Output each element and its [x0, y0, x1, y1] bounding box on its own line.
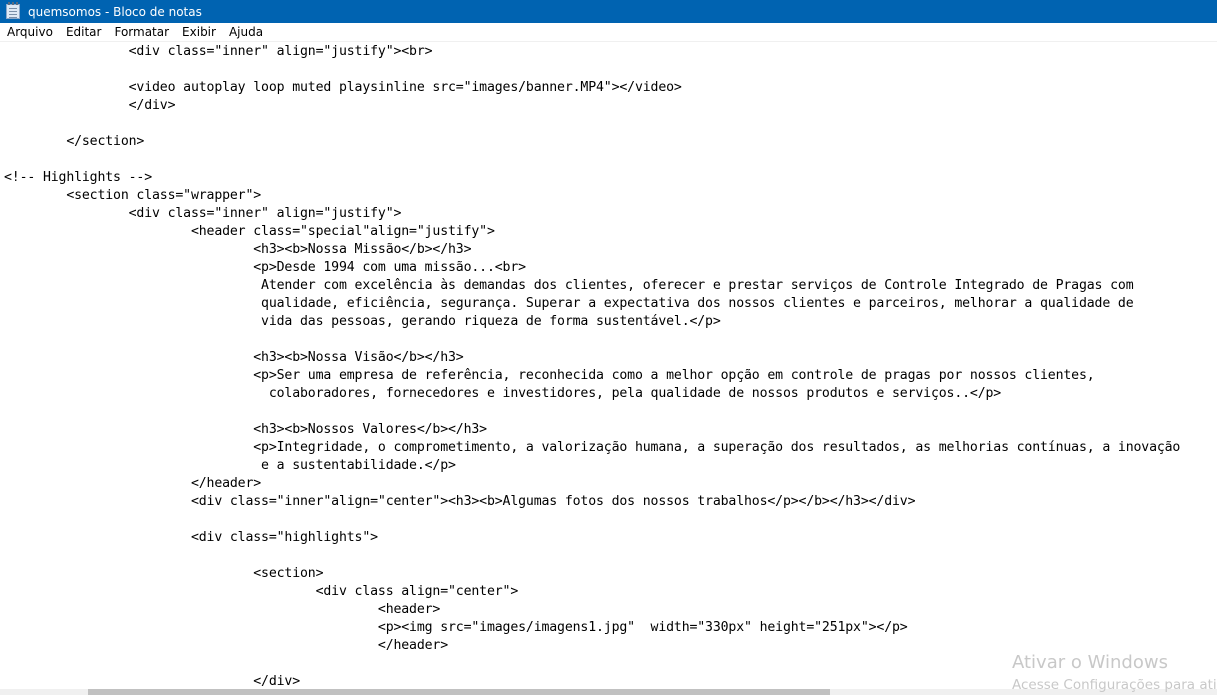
code-line: <p><img src="images/imagens1.jpg" width=…: [4, 620, 908, 635]
code-line: vida das pessoas, gerando riqueza de for…: [4, 314, 721, 329]
scrollbar-thumb[interactable]: [88, 689, 830, 695]
menu-ajuda[interactable]: Ajuda: [222, 25, 269, 39]
menu-arquivo[interactable]: Arquivo: [0, 25, 59, 39]
menu-bar: Arquivo Editar Formatar Exibir Ajuda: [0, 23, 1217, 42]
code-line: <h3><b>Nossa Missão</b></h3>: [4, 242, 472, 257]
code-line: qualidade, eficiência, segurança. Supera…: [4, 296, 1134, 311]
code-line: <header class="special"align="justify">: [4, 224, 495, 239]
code-line: <div class="highlights">: [4, 530, 378, 545]
text-editor-area[interactable]: <div class="inner" align="justify"><br> …: [0, 43, 1217, 689]
code-line: <div class align="center">: [4, 584, 519, 599]
code-line: </section>: [4, 134, 145, 149]
code-line: <p>Ser uma empresa de referência, reconh…: [4, 368, 1095, 383]
code-line: </header>: [4, 638, 449, 653]
code-line: Atender com excelência às demandas dos c…: [4, 278, 1134, 293]
code-line: <div class="inner"align="center"><h3><b>…: [4, 494, 916, 509]
code-line: <video autoplay loop muted playsinline s…: [4, 80, 682, 95]
code-line: <header>: [4, 602, 441, 617]
code-line: <!-- Highlights -->: [4, 170, 153, 185]
code-line: </div>: [4, 98, 176, 113]
code-line: <section class="wrapper">: [4, 188, 262, 203]
code-line: </div>: [4, 674, 301, 689]
code-line: <h3><b>Nossa Visão</b></h3>: [4, 350, 464, 365]
menu-editar[interactable]: Editar: [59, 25, 108, 39]
title-bar[interactable]: quemsomos - Bloco de notas: [0, 0, 1217, 23]
code-line: </header>: [4, 476, 262, 491]
code-line: <div class="inner" align="justify"><br>: [4, 44, 433, 59]
code-line: <div class="inner" align="justify">: [4, 206, 402, 221]
horizontal-scrollbar[interactable]: [0, 689, 1217, 695]
code-line: colaboradores, fornecedores e investidor…: [4, 386, 1002, 401]
notepad-icon: [6, 2, 20, 19]
menu-formatar[interactable]: Formatar: [107, 25, 175, 39]
code-line: <section>: [4, 566, 324, 581]
code-line: <p>Desde 1994 com uma missão...<br>: [4, 260, 526, 275]
code-line: e a sustentabilidade.</p>: [4, 458, 456, 473]
code-line: <h3><b>Nossos Valores</b></h3>: [4, 422, 487, 437]
code-line: <p>Integridade, o comprometimento, a val…: [4, 440, 1181, 455]
window-title: quemsomos - Bloco de notas: [28, 4, 202, 19]
menu-exibir[interactable]: Exibir: [175, 25, 222, 39]
